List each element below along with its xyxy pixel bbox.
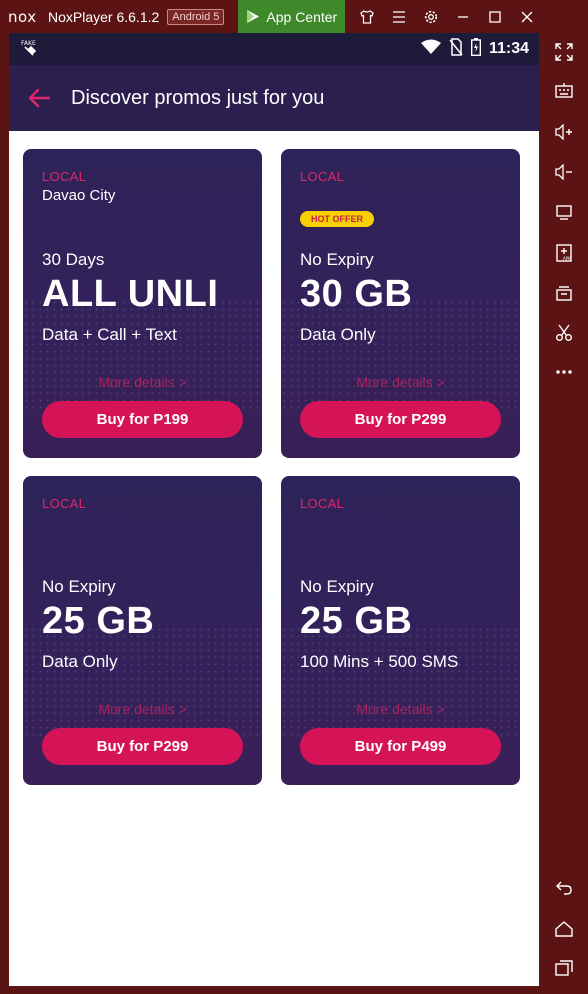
volume-down-icon[interactable] [539,157,588,187]
app-name: NoxPlayer 6.6.1.2 [48,8,160,25]
buy-button[interactable]: Buy for P199 [42,401,243,438]
window-titlebar: nox NoxPlayer 6.6.1.2 Android 5 App Cent… [0,0,588,33]
app-bar: Discover promos just for you [9,65,539,131]
play-store-icon [246,9,260,24]
screen-icon[interactable] [539,198,588,228]
status-clock: 11:34 [488,40,529,57]
promo-card[interactable]: LOCAL No Expiry 25 GB Data Only More det… [23,476,262,785]
minimize-icon[interactable] [447,0,479,33]
promo-card[interactable]: LOCAL Davao City 30 Days ALL UNLI Data +… [23,149,262,458]
promo-headline: ALL UNLI [42,273,219,315]
keyboard-icon[interactable] [539,76,588,106]
promo-headline: 30 GB [300,273,413,315]
home-nav-icon[interactable] [539,914,588,944]
nox-logo: nox [8,7,37,26]
promo-headline: 25 GB [42,600,155,642]
promo-subtitle: 100 Mins + 500 SMS [300,652,459,671]
page-title: Discover promos just for you [71,86,325,109]
app-center-button[interactable]: App Center [238,0,346,33]
buy-button[interactable]: Buy for P499 [300,728,501,765]
more-details-link[interactable]: More details > [281,374,520,390]
promo-tag: LOCAL [42,169,87,184]
svg-text:FAKE: FAKE [21,40,36,47]
promo-card[interactable]: LOCAL No Expiry 25 GB 100 Mins + 500 SMS… [281,476,520,785]
android-screen: FAKE 11:34 Discover promos just for you … [9,33,539,986]
promo-subtitle: Data Only [42,652,118,671]
buy-button[interactable]: Buy for P299 [300,401,501,438]
promo-tag: LOCAL [300,496,345,511]
promo-headline: 25 GB [300,600,413,642]
more-details-link[interactable]: More details > [23,374,262,390]
promo-card[interactable]: LOCAL HOT OFFER No Expiry 30 GB Data Onl… [281,149,520,458]
scissors-icon[interactable] [539,318,588,348]
promo-location: Davao City [42,187,116,204]
satellite-icon: FAKE [19,38,39,61]
app-center-label: App Center [266,8,338,25]
recent-apps-icon[interactable] [539,953,588,983]
close-icon[interactable] [511,0,543,33]
fullscreen-icon[interactable] [539,37,588,67]
maximize-icon[interactable] [479,0,511,33]
more-icon[interactable] [539,357,588,387]
side-toolbar: APK [539,33,588,994]
promo-duration: No Expiry [300,250,374,269]
volume-up-icon[interactable] [539,117,588,147]
promo-subtitle: Data Only [300,325,376,344]
status-bar: FAKE 11:34 [9,33,539,65]
buy-button[interactable]: Buy for P299 [42,728,243,765]
promo-duration: No Expiry [42,577,116,596]
gear-icon[interactable] [415,0,447,33]
promo-tag: LOCAL [300,169,345,184]
more-details-link[interactable]: More details > [281,701,520,717]
promo-subtitle: Data + Call + Text [42,325,177,344]
battery-icon [470,37,481,61]
back-nav-icon[interactable] [539,873,588,903]
promo-duration: 30 Days [42,250,105,269]
shirt-icon[interactable] [351,0,383,33]
back-arrow-icon[interactable] [9,88,67,108]
no-sim-icon [449,37,463,61]
hot-offer-badge: HOT OFFER [300,211,374,227]
android-version-badge: Android 5 [167,8,225,25]
apk-install-icon[interactable]: APK [539,238,588,268]
promo-duration: No Expiry [300,577,374,596]
promo-tag: LOCAL [42,496,87,511]
more-details-link[interactable]: More details > [23,701,262,717]
multi-instance-icon[interactable] [539,278,588,308]
menu-icon[interactable] [383,0,415,33]
svg-text:APK: APK [563,256,571,261]
wifi-icon [420,39,441,60]
